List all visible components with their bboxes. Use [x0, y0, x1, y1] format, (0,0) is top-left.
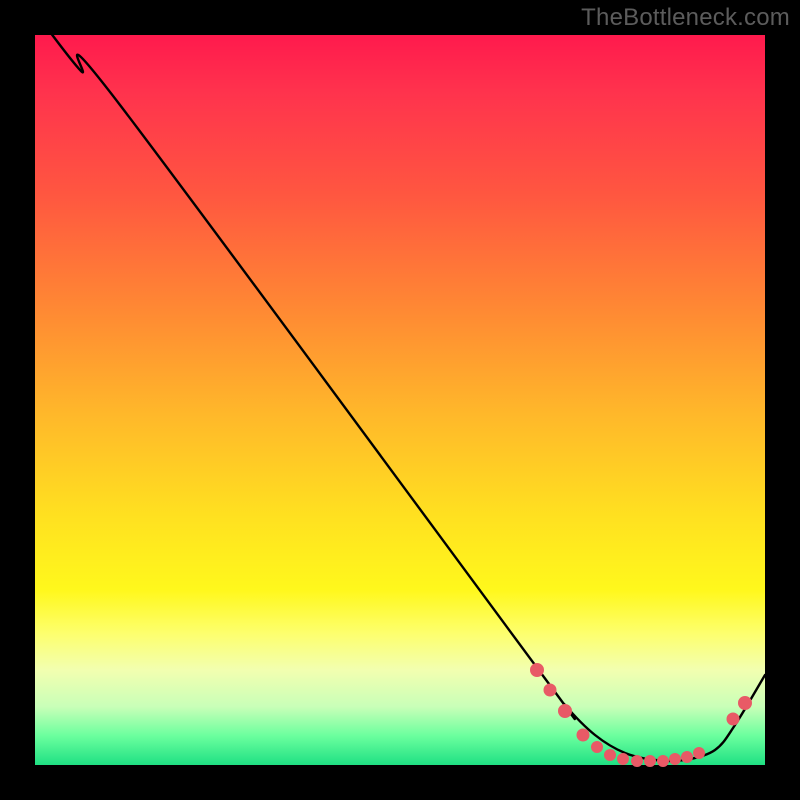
- data-point: [739, 697, 752, 710]
- data-point: [531, 664, 544, 677]
- data-point: [577, 729, 589, 741]
- data-point: [645, 756, 656, 767]
- data-point: [544, 684, 556, 696]
- curve-layer: [35, 35, 765, 765]
- data-point: [658, 756, 669, 767]
- data-point: [592, 742, 603, 753]
- data-point: [670, 754, 681, 765]
- data-point: [632, 756, 643, 767]
- data-point: [559, 705, 572, 718]
- chart-container: TheBottleneck.com: [0, 0, 800, 800]
- data-point: [618, 754, 629, 765]
- attribution-label: TheBottleneck.com: [581, 4, 790, 32]
- data-point: [727, 713, 739, 725]
- data-point: [605, 750, 616, 761]
- data-point: [694, 748, 705, 759]
- plot-area: [35, 35, 765, 765]
- data-points: [531, 664, 752, 767]
- bottleneck-curve: [30, 5, 765, 761]
- data-point: [682, 752, 693, 763]
